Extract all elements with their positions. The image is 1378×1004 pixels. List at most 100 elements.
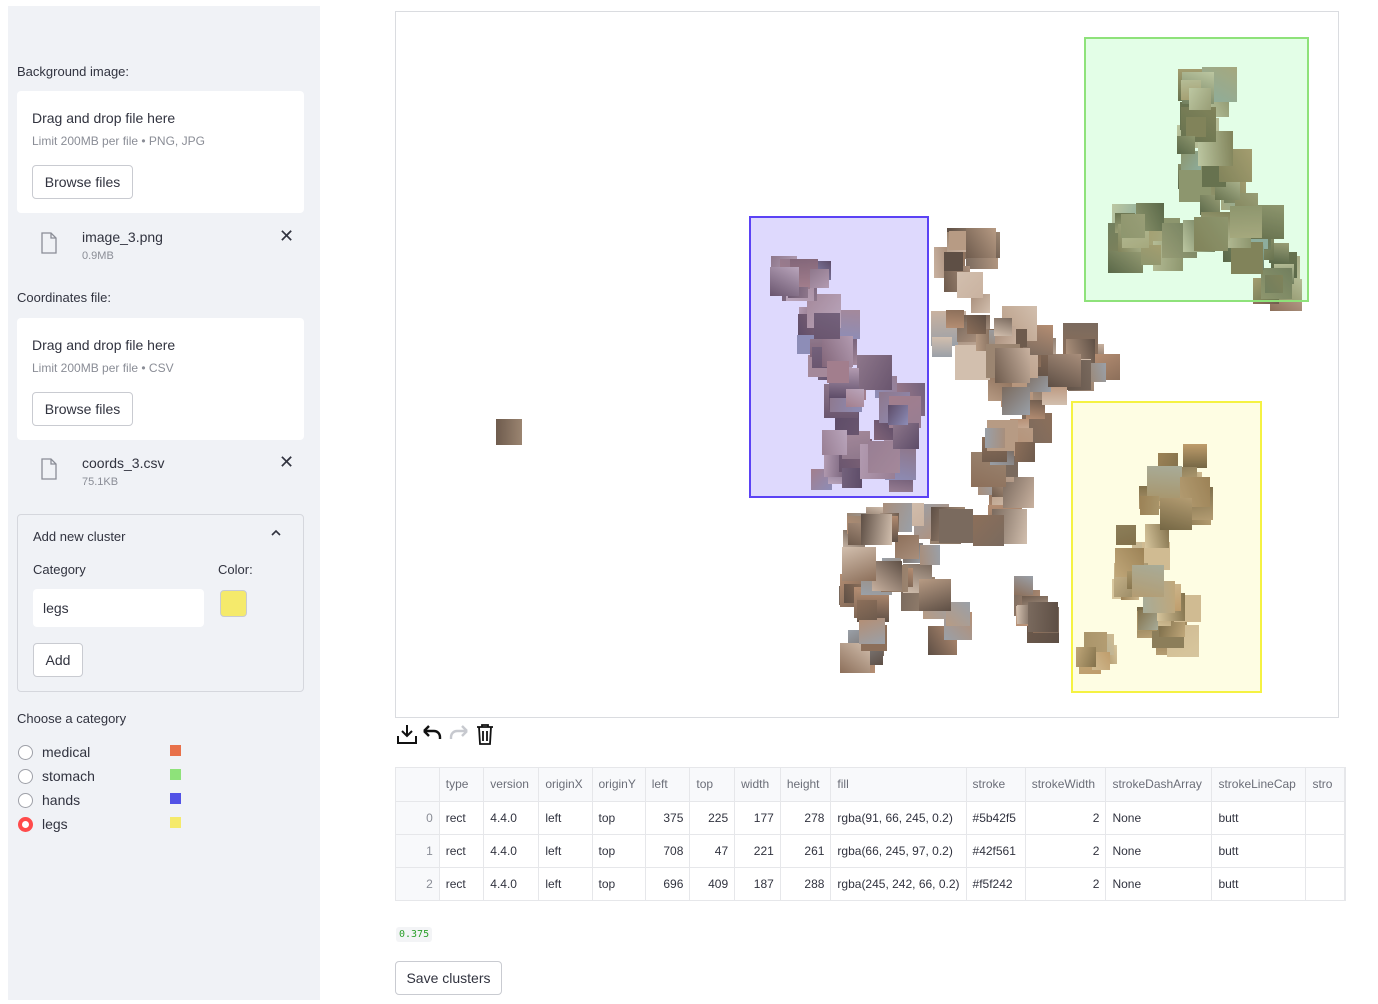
column-header[interactable]	[396, 768, 440, 802]
category-option-stomach[interactable]: stomach	[18, 766, 298, 786]
redo-icon[interactable]	[447, 722, 471, 746]
category-input[interactable]	[33, 589, 204, 627]
table-cell[interactable]: rgba(66, 245, 97, 0.2)	[830, 834, 967, 868]
column-header[interactable]: type	[439, 768, 485, 802]
table-cell[interactable]: rgba(91, 66, 245, 0.2)	[830, 801, 967, 835]
table-cell[interactable]: 696	[645, 867, 691, 900]
category-option-hands[interactable]: hands	[18, 790, 298, 810]
table-cell[interactable]: 2	[1025, 801, 1107, 835]
table-cell[interactable]: 375	[645, 801, 691, 835]
table-cell[interactable]: rgba(245, 242, 66, 0.2)	[830, 867, 967, 900]
column-header[interactable]: height	[780, 768, 832, 802]
table-cell[interactable]: 177	[734, 801, 781, 835]
table-cell[interactable]: 261	[780, 834, 832, 868]
table-cell[interactable]: 4.4.0	[483, 801, 540, 835]
save-clusters-button[interactable]: Save clusters	[395, 961, 502, 995]
cluster-rect-hands[interactable]	[749, 216, 929, 498]
expander-title[interactable]: Add new cluster	[33, 529, 126, 544]
table-cell[interactable]: 1	[396, 834, 440, 868]
background-dropzone[interactable]: Drag and drop file here Limit 200MB per …	[17, 91, 304, 213]
chevron-up-icon[interactable]	[270, 527, 282, 539]
table-cell[interactable]: left	[538, 801, 593, 835]
table-cell[interactable]: top	[592, 867, 646, 900]
image-thumbnail	[842, 547, 876, 581]
column-header[interactable]: stroke	[966, 768, 1026, 802]
table-cell[interactable]: None	[1105, 867, 1213, 900]
table-cell[interactable]: 4.4.0	[483, 867, 540, 900]
radio-button[interactable]	[18, 817, 33, 832]
browse-files-button[interactable]: Browse files	[32, 165, 133, 199]
drawing-canvas[interactable]	[395, 11, 1339, 718]
table-cell[interactable]: 288	[780, 867, 832, 900]
column-header[interactable]: strokeLineCap	[1211, 768, 1307, 802]
table-cell[interactable]: left	[538, 867, 593, 900]
column-header[interactable]: version	[483, 768, 540, 802]
table-cell[interactable]: top	[592, 801, 646, 835]
column-header[interactable]: left	[645, 768, 691, 802]
uploaded-file-image: image_3.png 0.9MB ✕	[17, 226, 304, 270]
image-thumbnail	[919, 579, 951, 611]
category-option-medical[interactable]: medical	[18, 742, 298, 762]
table-cell[interactable]: 221	[734, 834, 781, 868]
cluster-rect-stomach[interactable]	[1084, 37, 1309, 302]
table-cell[interactable]: top	[592, 834, 646, 868]
column-header[interactable]: strokeWidth	[1025, 768, 1107, 802]
column-header[interactable]: fill	[830, 768, 967, 802]
table-cell[interactable]: butt	[1211, 834, 1307, 868]
file-name: image_3.png	[82, 229, 163, 245]
table-cell[interactable]: butt	[1211, 867, 1307, 900]
table-cell[interactable]: 409	[689, 867, 736, 900]
cluster-rect-legs[interactable]	[1071, 401, 1262, 693]
objects-table-grid: type version originX originY left top width hei…	[396, 768, 1345, 900]
browse-files-button[interactable]: Browse files	[32, 392, 133, 426]
table-cell[interactable]: None	[1105, 834, 1213, 868]
table-cell[interactable]	[1305, 867, 1345, 900]
category-option-legs[interactable]: legs	[18, 814, 298, 834]
column-header[interactable]: stro	[1305, 768, 1345, 802]
table-cell[interactable]: 4.4.0	[483, 834, 540, 868]
download-icon[interactable]	[395, 722, 419, 746]
table-cell[interactable]: 278	[780, 801, 832, 835]
add-cluster-expander: Add new cluster Category Color: Add	[17, 514, 304, 692]
column-header[interactable]: originX	[538, 768, 593, 802]
trash-icon[interactable]	[473, 722, 497, 746]
radio-button[interactable]	[18, 745, 33, 760]
table-cell[interactable]: rect	[439, 801, 485, 835]
close-icon[interactable]: ✕	[279, 452, 294, 473]
table-cell[interactable]: 187	[734, 867, 781, 900]
table-cell[interactable]	[1305, 801, 1345, 835]
table-cell[interactable]: #5b42f5	[966, 801, 1026, 835]
table-cell[interactable]: #42f561	[966, 834, 1026, 868]
radio-button[interactable]	[18, 769, 33, 784]
add-button[interactable]: Add	[33, 643, 83, 677]
table-cell[interactable]: rect	[439, 867, 485, 900]
table-cell[interactable]	[1305, 834, 1345, 868]
column-header[interactable]: width	[734, 768, 781, 802]
table-cell[interactable]: 0	[396, 801, 440, 835]
table-cell[interactable]: 2	[396, 867, 440, 900]
color-picker[interactable]	[220, 590, 247, 617]
coordinates-dropzone[interactable]: Drag and drop file here Limit 200MB per …	[17, 318, 304, 440]
table-cell[interactable]: 708	[645, 834, 691, 868]
table-cell[interactable]: 225	[689, 801, 736, 835]
image-thumbnail	[957, 272, 983, 298]
column-header[interactable]: originY	[592, 768, 646, 802]
table-cell[interactable]: 47	[689, 834, 736, 868]
table-cell[interactable]: left	[538, 834, 593, 868]
table-cell[interactable]: #f5f242	[966, 867, 1026, 900]
table-cell[interactable]: 2	[1025, 867, 1107, 900]
objects-table[interactable]: type version originX originY left top width hei…	[395, 767, 1346, 901]
table-cell[interactable]: None	[1105, 801, 1213, 835]
table-cell[interactable]: 2	[1025, 834, 1107, 868]
image-thumbnail	[995, 348, 1030, 383]
table-cell[interactable]: rect	[439, 834, 485, 868]
column-header[interactable]: strokeDashArray	[1105, 768, 1213, 802]
radio-button[interactable]	[18, 793, 33, 808]
output-value: 0.375	[396, 927, 433, 942]
table-cell[interactable]: butt	[1211, 801, 1307, 835]
column-header[interactable]: top	[689, 768, 736, 802]
undo-icon[interactable]	[420, 722, 444, 746]
category-color-swatch	[170, 793, 181, 804]
background-image-label: Background image:	[17, 64, 130, 79]
close-icon[interactable]: ✕	[279, 226, 294, 247]
